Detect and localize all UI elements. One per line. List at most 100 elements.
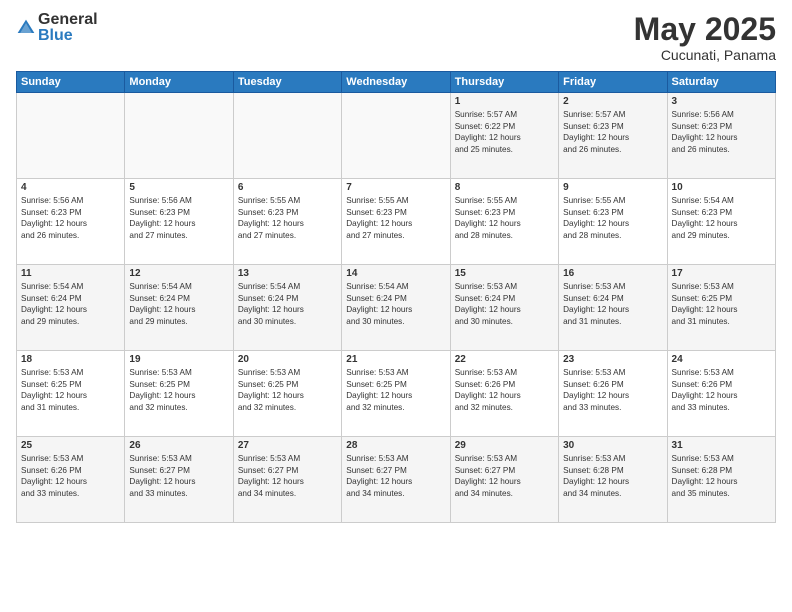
calendar-cell: 3 Sunrise: 5:56 AM Sunset: 6:23 PM Daylig… bbox=[667, 93, 775, 179]
day-number: 2 bbox=[563, 96, 662, 107]
location: Cucunati, Panama bbox=[634, 47, 776, 63]
calendar-cell bbox=[125, 93, 233, 179]
day-info: Sunrise: 5:56 AM Sunset: 6:23 PM Dayligh… bbox=[21, 195, 120, 241]
day-info: Sunrise: 5:53 AM Sunset: 6:27 PM Dayligh… bbox=[346, 453, 445, 499]
calendar-header-row: Sunday Monday Tuesday Wednesday Thursday… bbox=[17, 72, 776, 93]
calendar-cell: 14 Sunrise: 5:54 AM Sunset: 6:24 PM Dayli… bbox=[342, 265, 450, 351]
calendar-cell: 13 Sunrise: 5:54 AM Sunset: 6:24 PM Dayli… bbox=[233, 265, 341, 351]
calendar-cell: 17 Sunrise: 5:53 AM Sunset: 6:25 PM Dayli… bbox=[667, 265, 775, 351]
day-number: 23 bbox=[563, 354, 662, 365]
calendar-cell: 11 Sunrise: 5:54 AM Sunset: 6:24 PM Dayli… bbox=[17, 265, 125, 351]
day-info: Sunrise: 5:53 AM Sunset: 6:26 PM Dayligh… bbox=[21, 453, 120, 499]
calendar-cell: 19 Sunrise: 5:53 AM Sunset: 6:25 PM Dayli… bbox=[125, 351, 233, 437]
day-info: Sunrise: 5:53 AM Sunset: 6:26 PM Dayligh… bbox=[672, 367, 771, 413]
logo: General Blue bbox=[16, 12, 98, 44]
day-number: 1 bbox=[455, 96, 554, 107]
day-info: Sunrise: 5:53 AM Sunset: 6:27 PM Dayligh… bbox=[455, 453, 554, 499]
calendar-cell: 25 Sunrise: 5:53 AM Sunset: 6:26 PM Dayli… bbox=[17, 437, 125, 523]
day-number: 12 bbox=[129, 268, 228, 279]
calendar-cell: 23 Sunrise: 5:53 AM Sunset: 6:26 PM Dayli… bbox=[559, 351, 667, 437]
calendar-cell: 12Sunrise: 5:54 AM Sunset: 6:24 PM Dayli… bbox=[125, 265, 233, 351]
day-number: 22 bbox=[455, 354, 554, 365]
day-number: 29 bbox=[455, 440, 554, 451]
day-number: 10 bbox=[672, 182, 771, 193]
day-number: 19 bbox=[129, 354, 228, 365]
day-info: Sunrise: 5:54 AM Sunset: 6:24 PM Dayligh… bbox=[346, 281, 445, 327]
calendar-cell: 4 Sunrise: 5:56 AM Sunset: 6:23 PM Daylig… bbox=[17, 179, 125, 265]
col-monday: Monday bbox=[125, 72, 233, 93]
day-number: 16 bbox=[563, 268, 662, 279]
calendar-cell: 22Sunrise: 5:53 AM Sunset: 6:26 PM Dayli… bbox=[450, 351, 558, 437]
day-number: 4 bbox=[21, 182, 120, 193]
calendar-cell: 24 Sunrise: 5:53 AM Sunset: 6:26 PM Dayli… bbox=[667, 351, 775, 437]
calendar-week-row: 1 Sunrise: 5:57 AM Sunset: 6:22 PM Daylig… bbox=[17, 93, 776, 179]
day-number: 20 bbox=[238, 354, 337, 365]
calendar-cell: 6 Sunrise: 5:55 AM Sunset: 6:23 PM Daylig… bbox=[233, 179, 341, 265]
day-info: Sunrise: 5:57 AM Sunset: 6:22 PM Dayligh… bbox=[455, 109, 554, 155]
day-info: Sunrise: 5:53 AM Sunset: 6:27 PM Dayligh… bbox=[129, 453, 228, 499]
day-info: Sunrise: 5:55 AM Sunset: 6:23 PM Dayligh… bbox=[455, 195, 554, 241]
month-title: May 2025 bbox=[634, 12, 776, 47]
calendar-week-row: 11 Sunrise: 5:54 AM Sunset: 6:24 PM Dayli… bbox=[17, 265, 776, 351]
day-info: Sunrise: 5:56 AM Sunset: 6:23 PM Dayligh… bbox=[129, 195, 228, 241]
calendar-cell: 15 Sunrise: 5:53 AM Sunset: 6:24 PM Dayli… bbox=[450, 265, 558, 351]
day-info: Sunrise: 5:57 AM Sunset: 6:23 PM Dayligh… bbox=[563, 109, 662, 155]
calendar-cell: 18Sunrise: 5:53 AM Sunset: 6:25 PM Dayli… bbox=[17, 351, 125, 437]
day-info: Sunrise: 5:53 AM Sunset: 6:25 PM Dayligh… bbox=[21, 367, 120, 413]
day-info: Sunrise: 5:55 AM Sunset: 6:23 PM Dayligh… bbox=[563, 195, 662, 241]
calendar-cell: 8Sunrise: 5:55 AM Sunset: 6:23 PM Daylig… bbox=[450, 179, 558, 265]
calendar-cell bbox=[17, 93, 125, 179]
day-info: Sunrise: 5:53 AM Sunset: 6:28 PM Dayligh… bbox=[563, 453, 662, 499]
calendar-cell: 27 Sunrise: 5:53 AM Sunset: 6:27 PM Dayli… bbox=[233, 437, 341, 523]
day-number: 7 bbox=[346, 182, 445, 193]
day-number: 27 bbox=[238, 440, 337, 451]
day-info: Sunrise: 5:53 AM Sunset: 6:24 PM Dayligh… bbox=[455, 281, 554, 327]
calendar-cell: 28 Sunrise: 5:53 AM Sunset: 6:27 PM Dayli… bbox=[342, 437, 450, 523]
calendar-week-row: 25 Sunrise: 5:53 AM Sunset: 6:26 PM Dayli… bbox=[17, 437, 776, 523]
day-number: 26 bbox=[129, 440, 228, 451]
day-info: Sunrise: 5:53 AM Sunset: 6:26 PM Dayligh… bbox=[563, 367, 662, 413]
day-number: 13 bbox=[238, 268, 337, 279]
day-info: Sunrise: 5:53 AM Sunset: 6:25 PM Dayligh… bbox=[346, 367, 445, 413]
day-info: Sunrise: 5:56 AM Sunset: 6:23 PM Dayligh… bbox=[672, 109, 771, 155]
day-number: 30 bbox=[563, 440, 662, 451]
day-info: Sunrise: 5:54 AM Sunset: 6:24 PM Dayligh… bbox=[21, 281, 120, 327]
calendar-cell: 5Sunrise: 5:56 AM Sunset: 6:23 PM Daylig… bbox=[125, 179, 233, 265]
col-saturday: Saturday bbox=[667, 72, 775, 93]
day-info: Sunrise: 5:53 AM Sunset: 6:27 PM Dayligh… bbox=[238, 453, 337, 499]
col-friday: Friday bbox=[559, 72, 667, 93]
day-number: 24 bbox=[672, 354, 771, 365]
col-tuesday: Tuesday bbox=[233, 72, 341, 93]
calendar-cell: 21Sunrise: 5:53 AM Sunset: 6:25 PM Dayli… bbox=[342, 351, 450, 437]
calendar-cell: 2 Sunrise: 5:57 AM Sunset: 6:23 PM Daylig… bbox=[559, 93, 667, 179]
day-number: 31 bbox=[672, 440, 771, 451]
day-number: 15 bbox=[455, 268, 554, 279]
day-number: 11 bbox=[21, 268, 120, 279]
day-info: Sunrise: 5:54 AM Sunset: 6:24 PM Dayligh… bbox=[238, 281, 337, 327]
day-number: 25 bbox=[21, 440, 120, 451]
day-info: Sunrise: 5:53 AM Sunset: 6:24 PM Dayligh… bbox=[563, 281, 662, 327]
calendar-cell: 26 Sunrise: 5:53 AM Sunset: 6:27 PM Dayli… bbox=[125, 437, 233, 523]
day-number: 17 bbox=[672, 268, 771, 279]
day-info: Sunrise: 5:53 AM Sunset: 6:25 PM Dayligh… bbox=[672, 281, 771, 327]
calendar-cell: 29 Sunrise: 5:53 AM Sunset: 6:27 PM Dayli… bbox=[450, 437, 558, 523]
logo-general-text: General bbox=[38, 12, 98, 28]
calendar-week-row: 18Sunrise: 5:53 AM Sunset: 6:25 PM Dayli… bbox=[17, 351, 776, 437]
calendar-cell bbox=[233, 93, 341, 179]
day-number: 14 bbox=[346, 268, 445, 279]
day-info: Sunrise: 5:54 AM Sunset: 6:23 PM Dayligh… bbox=[672, 195, 771, 241]
calendar-cell: 7 Sunrise: 5:55 AM Sunset: 6:23 PM Daylig… bbox=[342, 179, 450, 265]
calendar-cell: 16 Sunrise: 5:53 AM Sunset: 6:24 PM Dayli… bbox=[559, 265, 667, 351]
day-info: Sunrise: 5:55 AM Sunset: 6:23 PM Dayligh… bbox=[346, 195, 445, 241]
day-number: 6 bbox=[238, 182, 337, 193]
col-wednesday: Wednesday bbox=[342, 72, 450, 93]
day-number: 3 bbox=[672, 96, 771, 107]
day-info: Sunrise: 5:53 AM Sunset: 6:28 PM Dayligh… bbox=[672, 453, 771, 499]
title-block: May 2025 Cucunati, Panama bbox=[634, 12, 776, 63]
day-info: Sunrise: 5:53 AM Sunset: 6:25 PM Dayligh… bbox=[129, 367, 228, 413]
logo-blue-text: Blue bbox=[38, 28, 98, 44]
day-number: 28 bbox=[346, 440, 445, 451]
col-sunday: Sunday bbox=[17, 72, 125, 93]
day-info: Sunrise: 5:55 AM Sunset: 6:23 PM Dayligh… bbox=[238, 195, 337, 241]
calendar-table: Sunday Monday Tuesday Wednesday Thursday… bbox=[16, 71, 776, 523]
